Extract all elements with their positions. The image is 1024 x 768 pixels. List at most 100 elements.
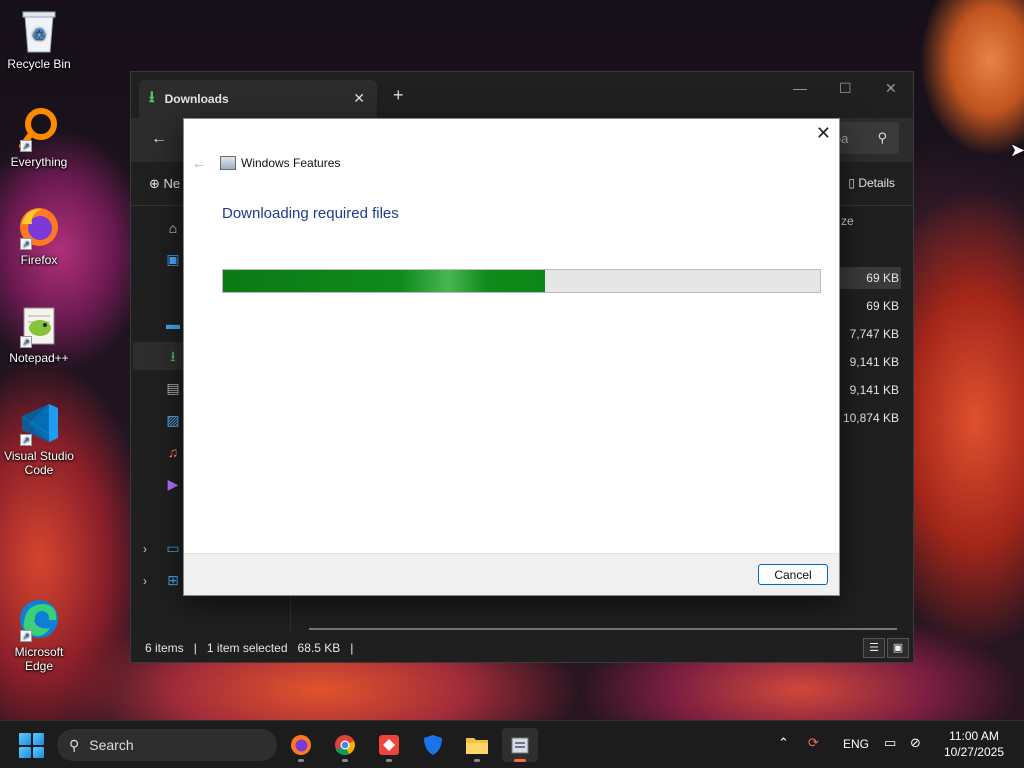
shortcut-arrow-icon: ↗ <box>20 140 32 152</box>
videos-folder-icon[interactable]: ▶ <box>163 476 183 496</box>
taskbar-search[interactable]: ⚲ Search <box>57 729 277 761</box>
dialog-heading: Downloading required files <box>222 205 399 222</box>
shortcut-arrow-icon: ↗ <box>20 630 32 642</box>
status-divider: | <box>193 641 197 655</box>
tiles-view-button[interactable]: ▣ <box>887 638 909 658</box>
defender-icon <box>424 735 442 755</box>
close-dialog-icon[interactable]: ✕ <box>816 123 831 144</box>
desktop-icon-label: Recycle Bin <box>7 57 71 71</box>
windows-features-icon <box>511 737 529 754</box>
active-indicator <box>514 759 526 762</box>
show-hidden-icons-chevron-icon[interactable]: ⌃ <box>778 735 789 751</box>
download-icon: ⭳ <box>149 88 155 106</box>
edge-icon: ↗ <box>16 596 62 642</box>
documents-folder-icon[interactable]: ▤ <box>163 380 183 400</box>
details-label: Details <box>858 176 895 190</box>
new-tab-button[interactable]: + <box>393 85 404 106</box>
downloads-folder-icon[interactable]: ⭳ <box>163 346 183 366</box>
clock-time: 11:00 AM <box>949 729 999 743</box>
back-arrow-icon[interactable]: ← <box>151 130 167 148</box>
home-icon[interactable]: ⌂ <box>163 220 183 240</box>
shortcut-arrow-icon: ↗ <box>20 238 32 250</box>
details-view-button[interactable]: ☰ <box>863 638 885 658</box>
desktop-icon-label: Notepad++ <box>9 351 69 365</box>
running-indicator <box>386 759 392 762</box>
clock-date: 10/27/2025 <box>943 745 1004 759</box>
pictures-folder-icon[interactable]: ▨ <box>163 412 183 432</box>
running-indicator <box>474 759 480 762</box>
windows-features-icon <box>220 156 236 170</box>
shortcut-arrow-icon: ↗ <box>20 434 32 446</box>
mouse-cursor-icon: ➤ <box>1010 140 1024 160</box>
running-indicator <box>342 759 348 762</box>
desktop-icon-recycle-bin[interactable]: ♻ Recycle Bin <box>2 8 76 71</box>
desktop-icon-firefox[interactable]: ↗ Firefox <box>2 204 76 267</box>
desktop-icon-everything[interactable]: ↗ Everything <box>2 106 76 169</box>
running-indicator <box>298 759 304 762</box>
status-bar: 6 items | 1 item selected 68.5 KB | <box>131 634 913 662</box>
sync-icon[interactable]: ⟳ <box>808 735 819 751</box>
size-column-header[interactable]: ze <box>841 214 854 228</box>
tab-downloads[interactable]: ⭳ Downloads ✕ <box>139 80 377 118</box>
selected-size: 68.5 KB <box>297 641 341 655</box>
close-window-icon[interactable]: ✕ <box>885 80 897 97</box>
taskbar-anydesk[interactable] <box>371 728 407 762</box>
cancel-button[interactable]: Cancel <box>758 564 828 585</box>
search-icon: ⚲ <box>69 736 80 753</box>
desktop-icon-notepadpp[interactable]: ↗ Notepad++ <box>2 302 76 365</box>
firefox-icon: ↗ <box>16 204 62 250</box>
network-disconnected-icon[interactable]: ⊘ <box>910 735 921 751</box>
taskbar-clock[interactable]: 11:00 AM 10/27/2025 <box>944 728 1004 760</box>
music-folder-icon[interactable]: ♫ <box>163 444 183 464</box>
explorer-titlebar: ⭳ Downloads ✕ + — ☐ ✕ <box>131 72 913 118</box>
close-tab-icon[interactable]: ✕ <box>353 90 365 107</box>
anydesk-icon <box>379 735 399 755</box>
items-count: 6 items <box>145 641 184 655</box>
shortcut-arrow-icon: ↗ <box>20 336 32 348</box>
new-label: Ne <box>163 176 181 191</box>
taskbar-firefox[interactable] <box>283 728 319 762</box>
chrome-icon <box>335 735 355 755</box>
minimize-icon[interactable]: — <box>793 80 807 96</box>
taskbar-file-explorer[interactable] <box>459 728 495 762</box>
desktop-icon-edge[interactable]: ↗ Microsoft Edge <box>2 596 76 673</box>
horizontal-scrollbar[interactable] <box>309 628 897 630</box>
this-pc-icon[interactable]: ▭ <box>163 540 183 560</box>
desktop-icon-label: Everything <box>10 155 68 169</box>
selected-count: 1 item selected <box>206 641 288 655</box>
details-button[interactable]: ▯ Details <box>848 176 895 190</box>
vscode-icon: ↗ <box>16 400 62 446</box>
svg-text:♻: ♻ <box>32 25 46 44</box>
download-progress-bar <box>222 269 821 293</box>
desktop-icon-vscode[interactable]: ↗ Visual Studio Code <box>2 400 76 477</box>
start-button[interactable] <box>19 733 44 758</box>
display-icon[interactable]: ▭ <box>884 735 896 751</box>
input-language-indicator[interactable]: ENG <box>843 737 869 751</box>
windows-features-dialog: ✕ ← Windows Features Downloading require… <box>183 118 840 596</box>
taskbar-defender[interactable] <box>415 728 451 762</box>
new-button[interactable]: ⊕ Ne <box>149 176 180 192</box>
maximize-icon[interactable]: ☐ <box>839 80 852 97</box>
gallery-icon[interactable]: ▣ <box>163 251 183 271</box>
back-arrow-icon[interactable]: ← <box>192 155 206 171</box>
file-explorer-icon <box>466 738 488 754</box>
taskbar: ⚲ Search ⌃ ⟳ ENG ▭ ⊘ 11:00 AM 10/27/2025 <box>0 720 1024 768</box>
dialog-footer: Cancel <box>184 553 839 595</box>
search-icon: ⚲ <box>877 130 887 145</box>
network-icon[interactable]: ⊞ <box>163 572 183 592</box>
status-divider: | <box>350 641 354 655</box>
chevron-right-icon[interactable]: › <box>143 542 147 556</box>
desktop-icon-label: Visual Studio Code <box>4 449 74 477</box>
tab-title: Downloads <box>164 92 229 106</box>
dialog-title: Windows Features <box>241 156 341 170</box>
desktop-folder-icon[interactable]: ▬ <box>163 316 183 336</box>
progress-fill <box>223 270 546 292</box>
taskbar-windows-features[interactable] <box>502 728 538 762</box>
recycle-bin-icon: ♻ <box>16 8 62 54</box>
chevron-right-icon[interactable]: › <box>143 574 147 588</box>
firefox-icon <box>291 735 311 755</box>
desktop-icon-label: Firefox <box>20 253 58 267</box>
taskbar-chrome[interactable] <box>327 728 363 762</box>
notepadpp-icon: ↗ <box>16 302 62 348</box>
taskbar-search-label: Search <box>89 737 134 753</box>
